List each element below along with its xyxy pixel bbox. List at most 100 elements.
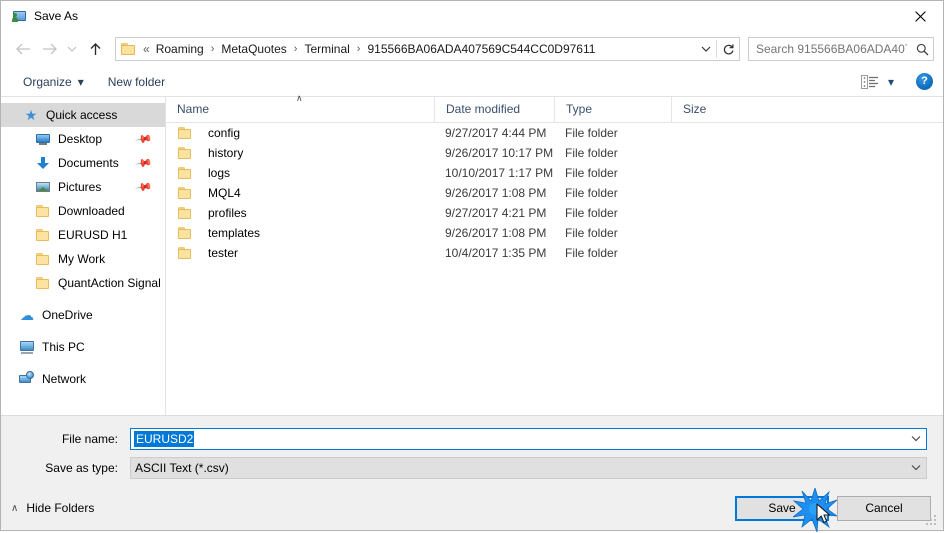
breadcrumb-separator: › (356, 43, 361, 55)
table-row[interactable]: profiles 9/27/2017 4:21 PM File folder (166, 203, 943, 223)
sidebar-item-label: QuantAction Signal (58, 276, 161, 290)
file-date: 10/4/2017 1:35 PM (445, 246, 547, 260)
file-size (671, 143, 753, 163)
folder-icon (35, 275, 51, 291)
file-date: 9/26/2017 10:17 PM (445, 146, 554, 160)
file-name-chevron-down-icon[interactable] (906, 434, 926, 445)
title-bar: Save As (1, 1, 943, 31)
address-bar[interactable]: « Roaming › MetaQuotes › Terminal › 9155… (115, 37, 740, 61)
cancel-button[interactable]: Cancel (837, 495, 931, 521)
file-size (671, 203, 753, 223)
sort-ascending-icon: ∧ (296, 93, 303, 103)
breadcrumb-item-terminal-id[interactable]: 915566BA06ADA407569C544CC0D97611 (366, 40, 596, 58)
sidebar-item-network[interactable]: Network (1, 367, 165, 391)
folder-icon (177, 125, 193, 141)
file-name-cell: history (166, 143, 434, 163)
breadcrumb-separator: › (210, 43, 215, 55)
pin-icon[interactable]: 📌 (135, 130, 154, 149)
picture-icon (35, 179, 51, 195)
table-row[interactable]: MQL4 9/26/2017 1:08 PM File folder (166, 183, 943, 203)
folder-icon (35, 251, 51, 267)
sidebar-item-documents[interactable]: Documents 📌 (1, 151, 165, 175)
save-form: File name: EURUSD2 Save as type: ASCII T… (1, 415, 943, 486)
cloud-icon: ☁ (20, 307, 34, 323)
organize-button[interactable]: Organize ▾ (17, 70, 90, 94)
file-date: 9/26/2017 1:08 PM (445, 186, 547, 200)
table-row[interactable]: tester 10/4/2017 1:35 PM File folder (166, 243, 943, 263)
table-row[interactable]: history 9/26/2017 10:17 PM File folder (166, 143, 943, 163)
column-headers: ∧ Name Date modified Type Size (166, 93, 943, 123)
save-as-type-label: Save as type: (45, 461, 118, 475)
file-size (671, 243, 753, 263)
refresh-icon[interactable] (717, 38, 739, 60)
sidebar-item-label: Downloaded (58, 204, 125, 218)
up-icon[interactable] (82, 36, 108, 62)
file-name: history (208, 146, 244, 160)
column-header-type[interactable]: Type (554, 97, 671, 122)
file-name-value: EURUSD2 (134, 431, 195, 447)
sidebar-item-label: OneDrive (42, 308, 93, 322)
file-name: logs (208, 166, 231, 180)
close-icon[interactable] (897, 1, 943, 31)
file-date: 9/27/2017 4:44 PM (445, 126, 547, 140)
pin-icon[interactable]: 📌 (135, 154, 154, 173)
forward-icon[interactable] (36, 36, 62, 62)
table-row[interactable]: logs 10/10/2017 1:17 PM File folder (166, 163, 943, 183)
sidebar-item-eurusd-h1[interactable]: EURUSD H1 (1, 223, 165, 247)
save-as-type-chevron-down-icon[interactable] (906, 463, 926, 474)
column-header-size[interactable]: Size (671, 97, 753, 122)
search-icon[interactable] (911, 38, 933, 60)
breadcrumb-item-roaming[interactable]: Roaming (155, 40, 205, 58)
list-view-icon[interactable] (859, 74, 881, 89)
new-folder-button[interactable]: New folder (102, 70, 171, 94)
file-type: File folder (565, 166, 618, 180)
pin-icon[interactable]: 📌 (135, 178, 154, 197)
folder-icon (177, 165, 193, 181)
breadcrumb-overflow[interactable]: « (143, 42, 155, 56)
address-chevron-down-icon[interactable] (696, 38, 716, 60)
computer-icon (19, 339, 35, 355)
breadcrumb-item-terminal[interactable]: Terminal (303, 40, 350, 58)
sidebar-item-downloaded[interactable]: Downloaded (1, 199, 165, 223)
file-name: tester (208, 246, 239, 260)
dialog-content: ★ Quick access Desktop 📌 Documents 📌 Pic… (1, 93, 943, 415)
search-input[interactable] (749, 42, 911, 56)
sidebar-item-this-pc[interactable]: This PC (1, 335, 165, 359)
search-box[interactable] (748, 37, 934, 61)
view-chevron-down-icon[interactable]: ▾ (888, 75, 894, 89)
save-button[interactable]: Save (735, 495, 829, 521)
sidebar-item-onedrive[interactable]: ☁ OneDrive (1, 303, 165, 327)
recent-locations-chevron-down-icon[interactable] (62, 36, 82, 62)
resize-grip-icon[interactable] (926, 515, 938, 527)
file-name-row: File name: EURUSD2 (17, 428, 927, 450)
folder-icon (121, 42, 137, 56)
save-as-type-select[interactable]: ASCII Text (*.csv) (130, 457, 927, 479)
column-header-date-modified[interactable]: Date modified (434, 97, 554, 122)
file-list: ∧ Name Date modified Type Size config 9/… (166, 93, 943, 415)
sidebar-item-my-work[interactable]: My Work (1, 247, 165, 271)
table-row[interactable]: config 9/27/2017 4:44 PM File folder (166, 123, 943, 143)
table-row[interactable]: templates 9/26/2017 1:08 PM File folder (166, 223, 943, 243)
file-name: templates (208, 226, 261, 240)
sidebar-item-label: Pictures (58, 180, 102, 194)
sidebar-item-quick-access[interactable]: ★ Quick access (1, 103, 165, 127)
sidebar-item-quantaction-signal[interactable]: QuantAction Signal (1, 271, 165, 295)
organize-label: Organize (23, 74, 72, 89)
hide-folders-button[interactable]: ∧ Hide Folders (11, 501, 94, 515)
file-type: File folder (565, 126, 618, 140)
file-name-input[interactable]: EURUSD2 (130, 428, 927, 450)
file-name-cell: MQL4 (166, 183, 434, 203)
sidebar-item-desktop[interactable]: Desktop 📌 (1, 127, 165, 151)
hide-folders-label: Hide Folders (26, 501, 95, 515)
breadcrumb-item-metaquotes[interactable]: MetaQuotes (220, 40, 287, 58)
sidebar-item-label: This PC (42, 340, 85, 354)
help-icon[interactable]: ? (916, 73, 933, 90)
folder-icon (35, 227, 51, 243)
back-icon[interactable] (10, 36, 36, 62)
file-name: config (208, 126, 241, 140)
file-rows: config 9/27/2017 4:44 PM File folder his… (166, 123, 943, 415)
sidebar-item-pictures[interactable]: Pictures 📌 (1, 175, 165, 199)
file-name-cell: config (166, 123, 434, 143)
network-icon (19, 371, 35, 387)
folder-icon (177, 185, 193, 201)
